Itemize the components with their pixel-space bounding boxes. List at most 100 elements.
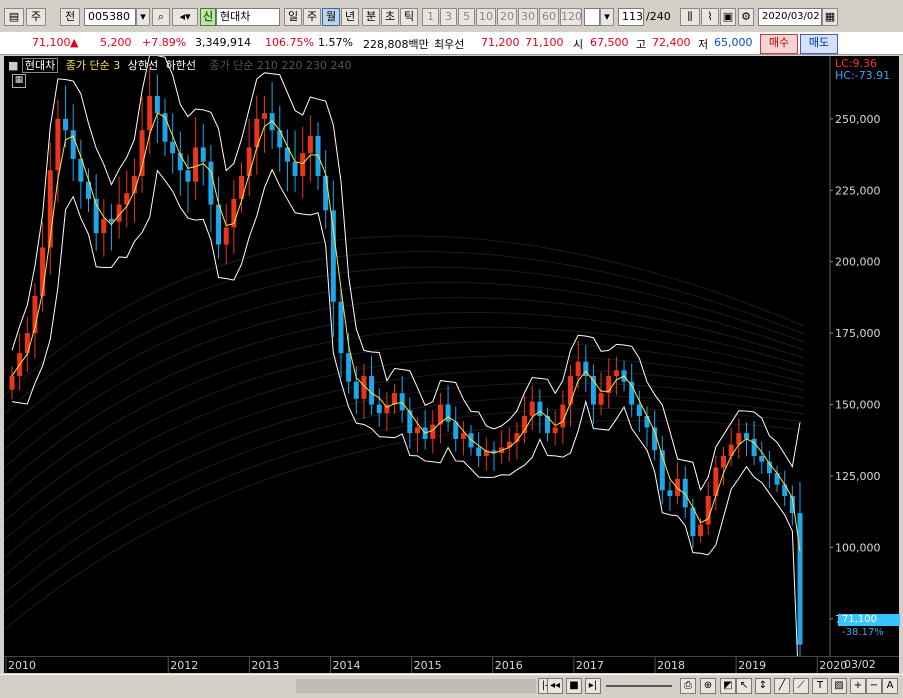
tab-second[interactable]: 초: [381, 8, 399, 26]
candle-body: [9, 376, 15, 390]
y-tick-label: 125,000: [835, 470, 881, 483]
zoom-in-icon[interactable]: +: [850, 678, 866, 694]
search-icon[interactable]: ⌕: [152, 8, 170, 26]
stock-badge: 신: [200, 8, 216, 26]
interval-30[interactable]: 30: [518, 8, 538, 26]
candle-body: [476, 447, 482, 456]
candle-body: [667, 490, 673, 496]
stock-name-field[interactable]: 현대차: [216, 8, 280, 26]
interval-3[interactable]: 3: [440, 8, 457, 26]
scroll-track[interactable]: [296, 679, 536, 693]
stop-icon[interactable]: ■: [566, 678, 582, 694]
candle-body: [185, 170, 191, 182]
tab-week[interactable]: 주: [303, 8, 321, 26]
price-tag: 71,100: [838, 614, 900, 626]
cursor-icon[interactable]: ◩: [720, 678, 736, 694]
candle-body: [369, 376, 375, 405]
buy-button[interactable]: 매수: [760, 34, 798, 54]
y-tick-label: 175,000: [835, 327, 881, 340]
ma3-line: [11, 112, 801, 552]
mesh-line: [3, 297, 805, 469]
image-icon[interactable]: ▨: [831, 678, 847, 694]
calendar-icon[interactable]: ▦: [822, 8, 838, 26]
y-tick-label: 100,000: [835, 541, 881, 554]
tab-month[interactable]: 월: [322, 8, 340, 26]
zoom-slider[interactable]: [606, 685, 672, 687]
view-count-input[interactable]: 113: [618, 8, 644, 26]
print-icon[interactable]: ⎙: [680, 678, 696, 694]
x-tick-label: 2013: [251, 659, 279, 672]
high-price: 72,400: [652, 36, 691, 49]
price-chart[interactable]: 250,000 225,000 200,000 175,000 150,000 125,0…: [3, 54, 900, 698]
candle-body: [743, 433, 749, 439]
scroll-bar: |◂ ◂◂ ■ ▸| ⎙ ⊕ ◩ ↖ ↕ ╱ ⟋ T ▨ + − A: [0, 674, 903, 698]
period-select[interactable]: 주: [26, 8, 46, 26]
prev-page-icon[interactable]: ◂◂: [547, 678, 563, 694]
draw-angle-icon[interactable]: ⟋: [793, 678, 809, 694]
interval-120[interactable]: 120: [560, 8, 582, 26]
legend-stock-name[interactable]: 현대차: [21, 58, 59, 73]
candle-body: [728, 444, 734, 456]
stock-code-input[interactable]: 005380: [84, 8, 136, 26]
candle-body: [759, 456, 765, 462]
next-page-icon[interactable]: ▸|: [585, 678, 601, 694]
tab-minute[interactable]: 분: [362, 8, 380, 26]
toolbar: ▤ 주 전 005380 ▾ ⌕ ◂▾ 신 현대차 일 주 월 년 분 초 틱 …: [0, 0, 903, 33]
candle-body: [338, 301, 344, 354]
legend-toggle-icon[interactable]: ▦: [12, 74, 26, 88]
candle-body: [430, 424, 436, 439]
view-total-label: /240: [646, 10, 671, 23]
candle-body: [246, 147, 252, 176]
tab-year[interactable]: 년: [341, 8, 359, 26]
candle-body: [108, 218, 114, 222]
draw-line-icon[interactable]: ╱: [774, 678, 790, 694]
save-icon[interactable]: ▣: [720, 8, 736, 26]
candle-body: [139, 130, 145, 176]
candle-body: [575, 361, 581, 376]
direction-arrow: ▲: [70, 36, 79, 49]
code-dropdown-icon[interactable]: ▾: [136, 8, 150, 26]
zoom-out-icon[interactable]: −: [866, 678, 882, 694]
legend-upper-label[interactable]: 상한선: [128, 59, 158, 72]
pointer-icon[interactable]: ↖: [736, 678, 752, 694]
interval-dropdown-icon[interactable]: ▾: [600, 8, 614, 26]
legend-marker-icon: ■: [8, 59, 19, 72]
interval-5[interactable]: 5: [458, 8, 475, 26]
tab-day[interactable]: 일: [284, 8, 302, 26]
legend-ma-label[interactable]: 종가 단순 3: [66, 59, 120, 72]
candle-body: [698, 524, 704, 536]
open-label: 시: [573, 38, 584, 51]
line-type-icon[interactable]: ⌇: [701, 8, 719, 26]
candle-type-icon[interactable]: ⫼: [680, 8, 700, 26]
interval-20[interactable]: 20: [497, 8, 517, 26]
prev-button[interactable]: 전: [60, 8, 80, 26]
interval-custom-input[interactable]: [584, 8, 600, 26]
candle-body: [399, 393, 405, 411]
sell-button[interactable]: 매도: [800, 34, 838, 54]
tab-tick[interactable]: 틱: [400, 8, 418, 26]
legend-ma-long-label[interactable]: 종가 단순 210 220 230 240: [210, 59, 352, 72]
scale-icon[interactable]: ↕: [755, 678, 771, 694]
band-lines: [11, 54, 801, 698]
date-input[interactable]: 2020/03/02: [758, 8, 822, 26]
crosshair-icon[interactable]: ⊕: [700, 678, 716, 694]
gear-icon[interactable]: ⚙: [738, 8, 754, 26]
interval-1[interactable]: 1: [422, 8, 439, 26]
sound-icon[interactable]: ◂▾: [172, 8, 198, 26]
candle-body: [552, 427, 558, 434]
upper-band-line: [11, 54, 801, 492]
legend-lower-label[interactable]: 하한선: [166, 59, 196, 72]
open-price: 67,500: [590, 36, 629, 49]
chart-canvas[interactable]: 250,000 225,000 200,000 175,000 150,000 125,0…: [3, 54, 899, 698]
candle-body: [147, 96, 153, 131]
x-tick-label: 2015: [414, 659, 442, 672]
candle-body: [567, 376, 573, 405]
candle-body: [598, 393, 604, 405]
menu-icon[interactable]: ▤: [4, 8, 24, 26]
interval-60[interactable]: 60: [539, 8, 559, 26]
text-tool-icon[interactable]: T: [812, 678, 828, 694]
interval-10[interactable]: 10: [476, 8, 496, 26]
auto-scale-icon[interactable]: A: [882, 678, 898, 694]
x-axis: 2010 2012 2013 2014 2015 2016 2017 2018 2019 2020…: [4, 656, 899, 673]
candle-body: [223, 227, 229, 245]
